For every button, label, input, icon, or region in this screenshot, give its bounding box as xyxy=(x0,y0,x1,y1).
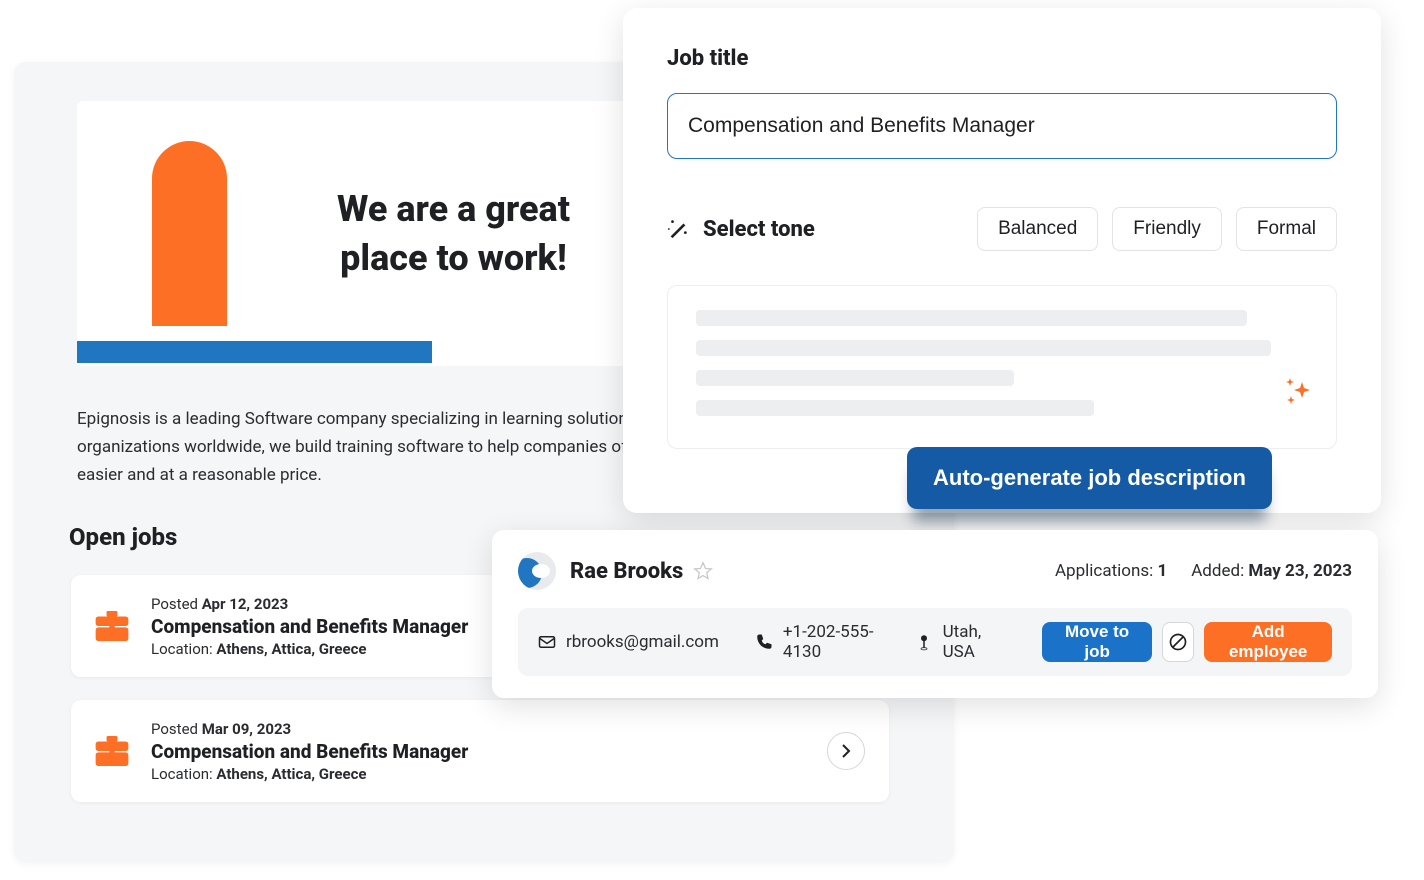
candidate-phone: +1-202-555-4130 xyxy=(755,622,879,662)
email-icon xyxy=(538,633,556,651)
skeleton-line xyxy=(696,340,1271,356)
job-title-input[interactable] xyxy=(667,93,1337,159)
hero-title-line2: place to work! xyxy=(340,237,567,279)
company-logo xyxy=(152,141,227,326)
accent-bar xyxy=(77,341,432,363)
job-title: Compensation and Benefits Manager xyxy=(151,740,827,763)
star-icon[interactable] xyxy=(693,561,713,581)
block-icon xyxy=(1168,632,1188,652)
candidate-card: Rae Brooks Applications: 1 Added: May 23… xyxy=(492,530,1378,698)
skeleton-line xyxy=(696,370,1014,386)
candidate-header: Rae Brooks Applications: 1 Added: May 23… xyxy=(518,552,1352,590)
job-content: Posted Mar 09, 2023 Compensation and Ben… xyxy=(151,720,827,783)
description-preview xyxy=(667,285,1337,449)
phone-icon xyxy=(755,633,773,651)
candidate-name: Rae Brooks xyxy=(570,559,683,584)
skeleton-line xyxy=(696,400,1094,416)
sparkle-icon xyxy=(1284,376,1314,406)
candidate-email: rbrooks@gmail.com xyxy=(538,632,719,652)
avatar xyxy=(518,552,556,590)
job-card[interactable]: Posted Mar 09, 2023 Compensation and Ben… xyxy=(71,700,889,802)
hero-title-line1: We are a great xyxy=(337,188,570,230)
tone-formal-button[interactable]: Formal xyxy=(1236,207,1337,251)
chevron-right-icon xyxy=(841,743,851,759)
open-jobs-heading: Open jobs xyxy=(69,523,177,551)
add-employee-button[interactable]: Add employee xyxy=(1204,622,1332,662)
candidate-info-row: rbrooks@gmail.com +1-202-555-4130 Utah, … xyxy=(518,608,1352,676)
job-posted: Posted Mar 09, 2023 xyxy=(151,720,827,738)
applications-meta: Applications: 1 xyxy=(1055,561,1167,581)
tone-row: Select tone Balanced Friendly Formal xyxy=(667,207,1337,251)
tone-friendly-button[interactable]: Friendly xyxy=(1112,207,1222,251)
job-location: Location: Athens, Attica, Greece xyxy=(151,765,827,783)
tone-balanced-button[interactable]: Balanced xyxy=(977,207,1098,251)
briefcase-icon xyxy=(95,736,129,766)
auto-generate-button[interactable]: Auto-generate job description xyxy=(907,447,1272,509)
tone-label: Select tone xyxy=(703,217,815,242)
move-to-job-button[interactable]: Move to job xyxy=(1042,622,1153,662)
job-arrow-button[interactable] xyxy=(827,732,865,770)
location-pin-icon xyxy=(915,633,933,651)
magic-wand-icon xyxy=(667,218,689,240)
briefcase-icon xyxy=(95,611,129,641)
skeleton-line xyxy=(696,310,1247,326)
added-meta: Added: May 23, 2023 xyxy=(1191,561,1352,581)
hero-title: We are a great place to work! xyxy=(337,185,570,282)
block-button[interactable] xyxy=(1162,622,1194,662)
job-title-modal: Job title Select tone Balanced Friendly … xyxy=(623,8,1381,513)
candidate-location: Utah, USA xyxy=(915,622,996,662)
job-title-label: Job title xyxy=(667,46,1337,71)
